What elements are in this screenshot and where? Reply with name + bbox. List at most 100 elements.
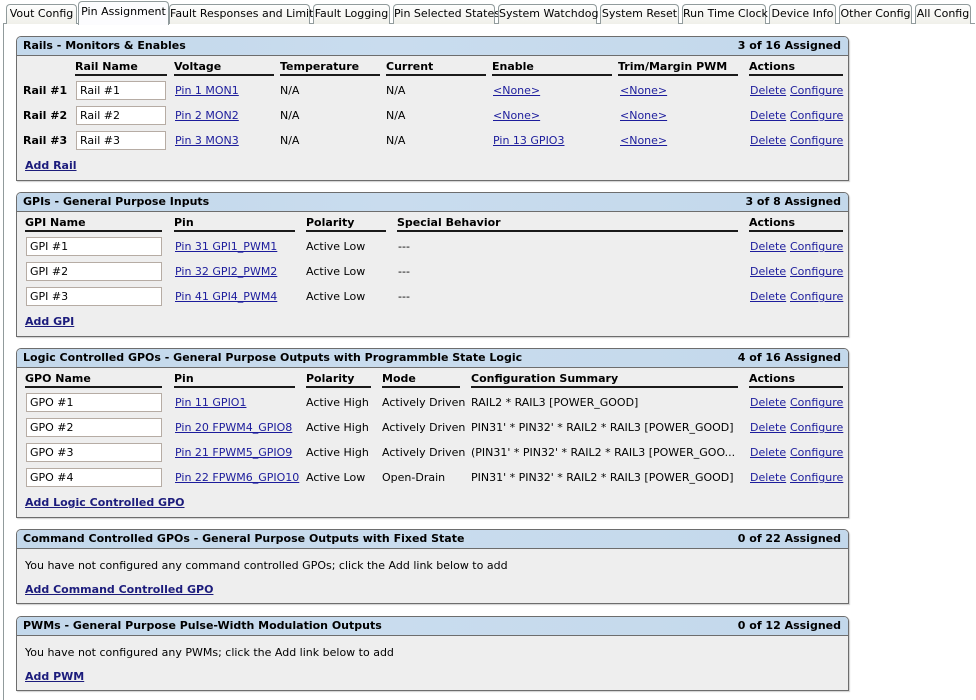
tab-fault-responses[interactable]: Fault Responses and Limits — [169, 4, 319, 24]
rail-row-label: Rail #1 — [23, 84, 68, 97]
logic-gpos-panel-header: Logic Controlled GPOs - General Purpose … — [17, 349, 848, 368]
delete-link[interactable]: Delete — [750, 446, 786, 459]
configure-link[interactable]: Configure — [790, 446, 843, 459]
gpo-pin-link[interactable]: Pin 11 GPIO1 — [175, 396, 246, 409]
configure-link[interactable]: Configure — [790, 290, 843, 303]
polarity-value: Active Low — [306, 471, 366, 484]
special-behavior-value: --- — [398, 265, 410, 278]
configuration-summary: PIN31' * PIN32' * RAIL2 * RAIL3 [POWER_G… — [471, 421, 734, 434]
panel-title: Rails - Monitors & Enables — [23, 39, 186, 52]
gpo-name-input[interactable] — [26, 393, 162, 412]
temperature-value: N/A — [280, 109, 300, 122]
tab-run-time-clock[interactable]: Run Time Clock — [682, 4, 768, 24]
gpo-pin-link[interactable]: Pin 21 FPWM5_GPIO9 — [175, 446, 292, 459]
gpi-pin-link[interactable]: Pin 41 GPI4_PWM4 — [175, 290, 277, 303]
enable-pin-link[interactable]: <None> — [493, 84, 540, 97]
col-special-behavior: Special Behavior — [397, 216, 738, 232]
tab-pin-selected-states[interactable]: Pin Selected States — [393, 4, 500, 24]
delete-link[interactable]: Delete — [750, 84, 786, 97]
gpi-pin-link[interactable]: Pin 31 GPI1_PWM1 — [175, 240, 277, 253]
configure-link[interactable]: Configure — [790, 109, 843, 122]
add-logic-gpo-link[interactable]: Add Logic Controlled GPO — [25, 496, 185, 509]
tab-other-config[interactable]: Other Config — [839, 4, 912, 24]
polarity-value: Active High — [306, 421, 369, 434]
configure-link[interactable]: Configure — [790, 240, 843, 253]
temperature-value: N/A — [280, 134, 300, 147]
tab-system-reset[interactable]: System Reset — [600, 4, 679, 24]
tab-fault-logging[interactable]: Fault Logging — [313, 4, 390, 24]
pwms-panel: PWMs - General Purpose Pulse-Width Modul… — [16, 616, 849, 691]
col-trim-margin-pwm: Trim/Margin PWM — [618, 60, 738, 76]
tab-system-watchdog[interactable]: System Watchdog — [498, 4, 598, 24]
tab-device-info[interactable]: Device Info — [769, 4, 836, 24]
configure-link[interactable]: Configure — [790, 396, 843, 409]
assigned-count: 0 of 22 Assigned — [737, 532, 841, 545]
col-rail-name: Rail Name — [75, 60, 167, 76]
panel-title: Command Controlled GPOs - General Purpos… — [23, 532, 465, 545]
delete-link[interactable]: Delete — [750, 109, 786, 122]
gpo-pin-link[interactable]: Pin 22 FPWM6_GPIO10 — [175, 471, 299, 484]
rail-name-input[interactable] — [76, 81, 166, 100]
gpo-pin-link[interactable]: Pin 20 FPWM4_GPIO8 — [175, 421, 292, 434]
tab-all-config[interactable]: All Config — [915, 4, 971, 24]
gpo-name-input[interactable] — [26, 443, 162, 462]
configure-link[interactable]: Configure — [790, 265, 843, 278]
enable-pin-link[interactable]: <None> — [493, 109, 540, 122]
col-actions: Actions — [749, 216, 843, 232]
configure-link[interactable]: Configure — [790, 134, 843, 147]
enable-pin-link[interactable]: Pin 13 GPIO3 — [493, 134, 564, 147]
gpi-pin-link[interactable]: Pin 32 GPI2_PWM2 — [175, 265, 277, 278]
add-rail-link[interactable]: Add Rail — [25, 159, 77, 172]
gpo-name-input[interactable] — [26, 418, 162, 437]
gpi-name-input[interactable] — [26, 237, 162, 256]
mode-value: Open-Drain — [382, 471, 446, 484]
configure-link[interactable]: Configure — [790, 421, 843, 434]
col-actions: Actions — [749, 372, 843, 388]
trim-pwm-link[interactable]: <None> — [620, 134, 667, 147]
rail-row-label: Rail #3 — [23, 134, 68, 147]
delete-link[interactable]: Delete — [750, 265, 786, 278]
rail-name-input[interactable] — [76, 131, 166, 150]
voltage-pin-link[interactable]: Pin 1 MON1 — [175, 84, 239, 97]
voltage-pin-link[interactable]: Pin 3 MON3 — [175, 134, 239, 147]
special-behavior-value: --- — [398, 240, 410, 253]
delete-link[interactable]: Delete — [750, 240, 786, 253]
delete-link[interactable]: Delete — [750, 396, 786, 409]
assigned-count: 3 of 16 Assigned — [737, 39, 841, 52]
delete-link[interactable]: Delete — [750, 421, 786, 434]
rails-panel: Rails - Monitors & Enables 3 of 16 Assig… — [16, 36, 849, 181]
add-pwm-link[interactable]: Add PWM — [25, 670, 84, 683]
gpi-name-input[interactable] — [26, 262, 162, 281]
delete-link[interactable]: Delete — [750, 290, 786, 303]
trim-pwm-link[interactable]: <None> — [620, 84, 667, 97]
mode-value: Actively Driven — [382, 421, 466, 434]
configure-link[interactable]: Configure — [790, 471, 843, 484]
trim-pwm-link[interactable]: <None> — [620, 109, 667, 122]
col-pin: Pin — [174, 372, 295, 388]
gpis-panel-header: GPIs - General Purpose Inputs 3 of 8 Ass… — [17, 193, 848, 212]
add-command-gpo-link[interactable]: Add Command Controlled GPO — [25, 583, 213, 596]
command-gpos-panel: Command Controlled GPOs - General Purpos… — [16, 529, 849, 604]
col-temperature: Temperature — [280, 60, 380, 76]
col-current: Current — [386, 60, 486, 76]
rails-panel-header: Rails - Monitors & Enables 3 of 16 Assig… — [17, 37, 848, 56]
mode-value: Actively Driven — [382, 396, 466, 409]
configure-link[interactable]: Configure — [790, 84, 843, 97]
logic-gpos-panel: Logic Controlled GPOs - General Purpose … — [16, 348, 849, 518]
tab-bar: Vout Config Pin Assignment Fault Respons… — [0, 0, 976, 25]
col-gpi-name: GPI Name — [25, 216, 162, 232]
col-actions: Actions — [749, 60, 843, 76]
tab-pin-assignment[interactable]: Pin Assignment — [78, 1, 169, 25]
delete-link[interactable]: Delete — [750, 471, 786, 484]
col-enable: Enable — [492, 60, 612, 76]
rail-name-input[interactable] — [76, 106, 166, 125]
gpo-name-input[interactable] — [26, 468, 162, 487]
delete-link[interactable]: Delete — [750, 134, 786, 147]
add-gpi-link[interactable]: Add GPI — [25, 315, 74, 328]
gpi-name-input[interactable] — [26, 287, 162, 306]
tab-vout-config[interactable]: Vout Config — [6, 4, 77, 24]
voltage-pin-link[interactable]: Pin 2 MON2 — [175, 109, 239, 122]
polarity-value: Active Low — [306, 240, 366, 253]
mode-value: Actively Driven — [382, 446, 466, 459]
panel-title: Logic Controlled GPOs - General Purpose … — [23, 351, 523, 364]
